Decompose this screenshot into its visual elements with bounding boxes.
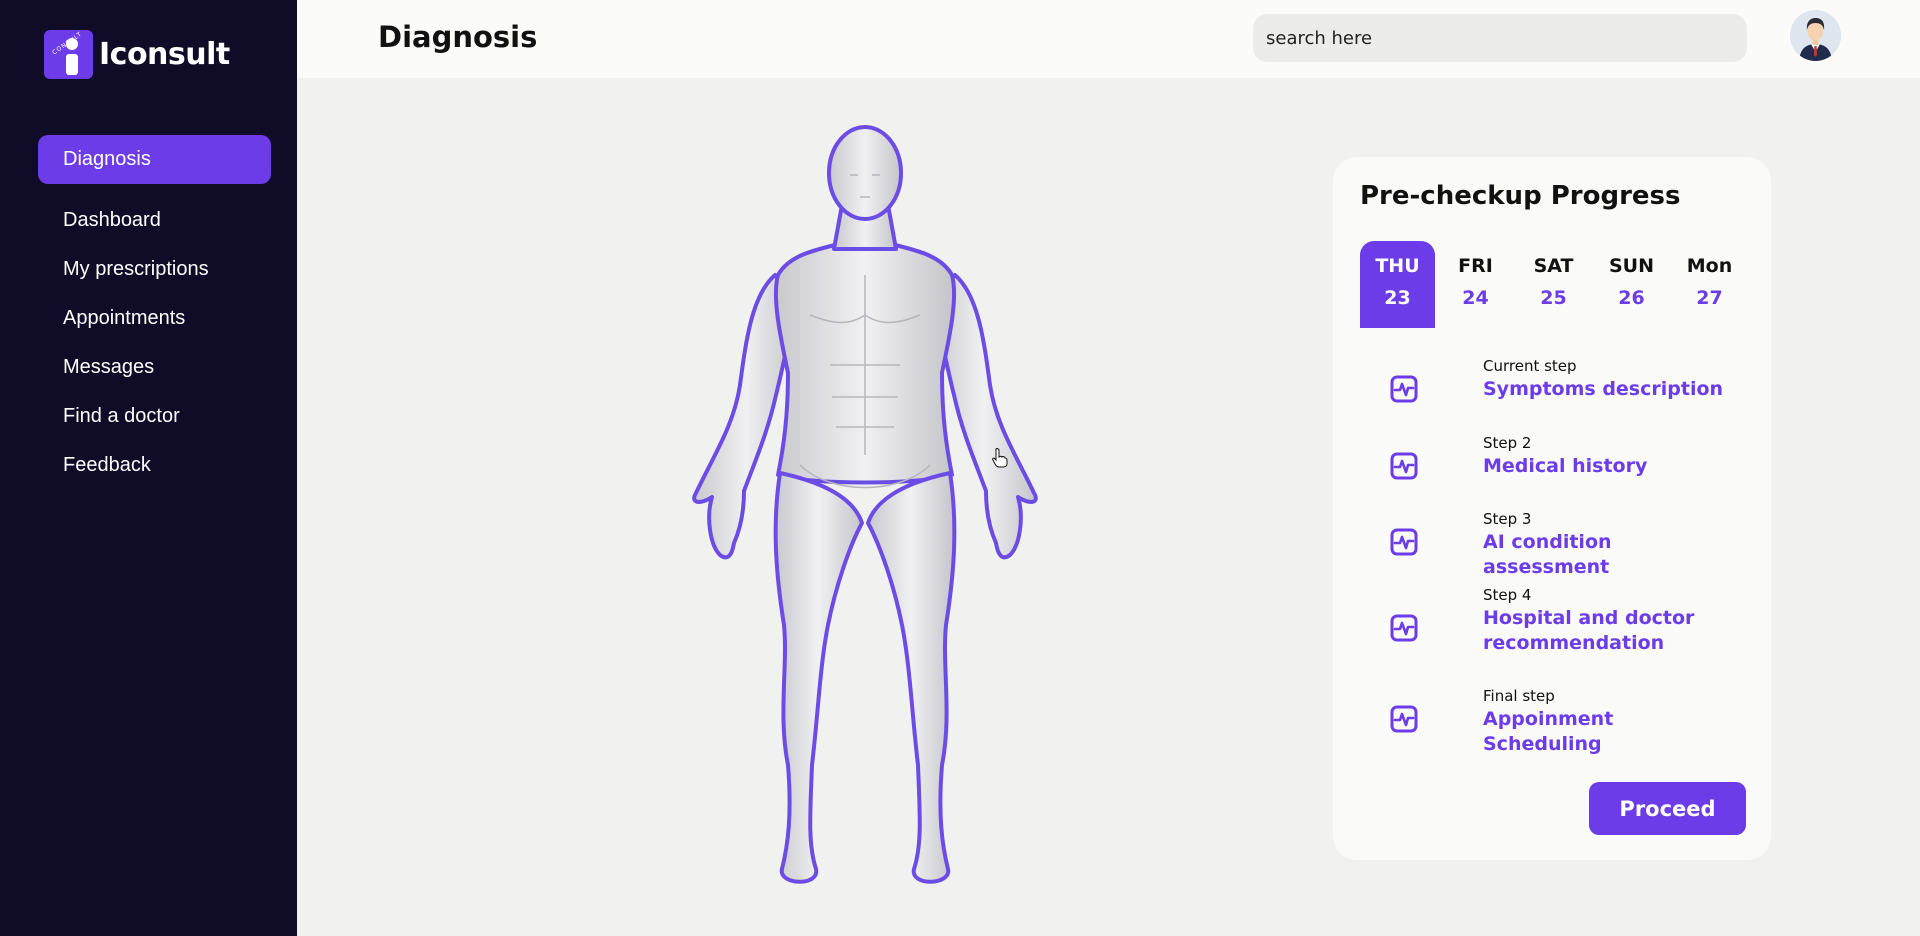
sidebar-item-label: Find a doctor bbox=[63, 405, 180, 427]
day-number: 23 bbox=[1384, 287, 1411, 309]
search-input[interactable] bbox=[1253, 14, 1747, 62]
sidebar-item-find-a-doctor[interactable]: Find a doctor bbox=[38, 392, 271, 441]
sidebar-item-label: Messages bbox=[63, 356, 155, 378]
day-name: SUN bbox=[1608, 255, 1654, 277]
day-mon[interactable]: Mon 27 bbox=[1672, 241, 1747, 328]
step-title: AI condition assessment bbox=[1483, 531, 1612, 578]
sidebar-item-messages[interactable]: Messages bbox=[38, 343, 271, 392]
user-avatar[interactable] bbox=[1790, 10, 1841, 61]
step-kicker: Step 2 bbox=[1483, 434, 1532, 452]
sidebar-item-my-prescriptions[interactable]: My prescriptions bbox=[38, 245, 271, 294]
day-name: SAT bbox=[1533, 255, 1574, 277]
activity-icon bbox=[1390, 452, 1418, 480]
logo-icon: CONSULT bbox=[44, 30, 93, 79]
step-kicker: Current step bbox=[1483, 357, 1577, 375]
sidebar-item-label: Feedback bbox=[63, 454, 151, 476]
sidebar-item-label: Dashboard bbox=[63, 209, 161, 231]
day-number: 26 bbox=[1618, 287, 1645, 309]
day-selector: THU 23 FRI 24 SAT 25 SUN 26 Mon 27 bbox=[1360, 241, 1750, 328]
day-sun[interactable]: SUN 26 bbox=[1594, 241, 1669, 328]
step-title: Medical history bbox=[1483, 455, 1648, 477]
proceed-button[interactable]: Proceed bbox=[1589, 782, 1746, 835]
step-title: Symptoms description bbox=[1483, 378, 1724, 400]
brand-name: Iconsult bbox=[99, 37, 230, 72]
top-header: Diagnosis bbox=[297, 0, 1920, 78]
step-title: Appoinment Scheduling bbox=[1483, 708, 1614, 755]
human-body-3d-model bbox=[692, 125, 1038, 884]
sidebar-item-dashboard[interactable]: Dashboard bbox=[38, 196, 271, 245]
sidebar-item-label: My prescriptions bbox=[63, 258, 209, 280]
sidebar: CONSULT Iconsult Diagnosis Dashboard My … bbox=[0, 0, 297, 936]
step-kicker: Final step bbox=[1483, 687, 1555, 705]
page-title: Diagnosis bbox=[378, 20, 538, 54]
pre-checkup-progress-card: Pre-checkup Progress THU 23 FRI 24 SAT 2… bbox=[1333, 157, 1771, 860]
activity-icon bbox=[1390, 375, 1418, 403]
sidebar-nav: Diagnosis Dashboard My prescriptions App… bbox=[38, 135, 271, 490]
day-name: THU bbox=[1375, 255, 1420, 277]
day-number: 25 bbox=[1540, 287, 1567, 309]
day-fri[interactable]: FRI 24 bbox=[1438, 241, 1513, 328]
hand-pointer-icon bbox=[992, 448, 1008, 468]
day-name: FRI bbox=[1458, 255, 1493, 277]
step-kicker: Step 4 bbox=[1483, 586, 1532, 604]
day-number: 24 bbox=[1462, 287, 1489, 309]
sidebar-item-label: Diagnosis bbox=[63, 148, 151, 170]
brand-logo[interactable]: CONSULT Iconsult bbox=[44, 30, 230, 79]
day-number: 27 bbox=[1696, 287, 1723, 309]
card-title: Pre-checkup Progress bbox=[1360, 181, 1681, 211]
step-kicker: Step 3 bbox=[1483, 510, 1532, 528]
day-name: Mon bbox=[1686, 255, 1733, 277]
avatar-icon bbox=[1790, 10, 1841, 61]
sidebar-item-feedback[interactable]: Feedback bbox=[38, 441, 271, 490]
activity-icon bbox=[1390, 705, 1418, 733]
sidebar-item-diagnosis[interactable]: Diagnosis bbox=[38, 135, 271, 184]
day-thu[interactable]: THU 23 bbox=[1360, 241, 1435, 328]
activity-icon bbox=[1390, 614, 1418, 642]
sidebar-item-label: Appointments bbox=[63, 307, 186, 329]
activity-icon bbox=[1390, 528, 1418, 556]
day-sat[interactable]: SAT 25 bbox=[1516, 241, 1591, 328]
body-model[interactable] bbox=[660, 125, 1070, 895]
sidebar-item-appointments[interactable]: Appointments bbox=[38, 294, 271, 343]
step-title: Hospital and doctor recommendation bbox=[1483, 607, 1695, 654]
